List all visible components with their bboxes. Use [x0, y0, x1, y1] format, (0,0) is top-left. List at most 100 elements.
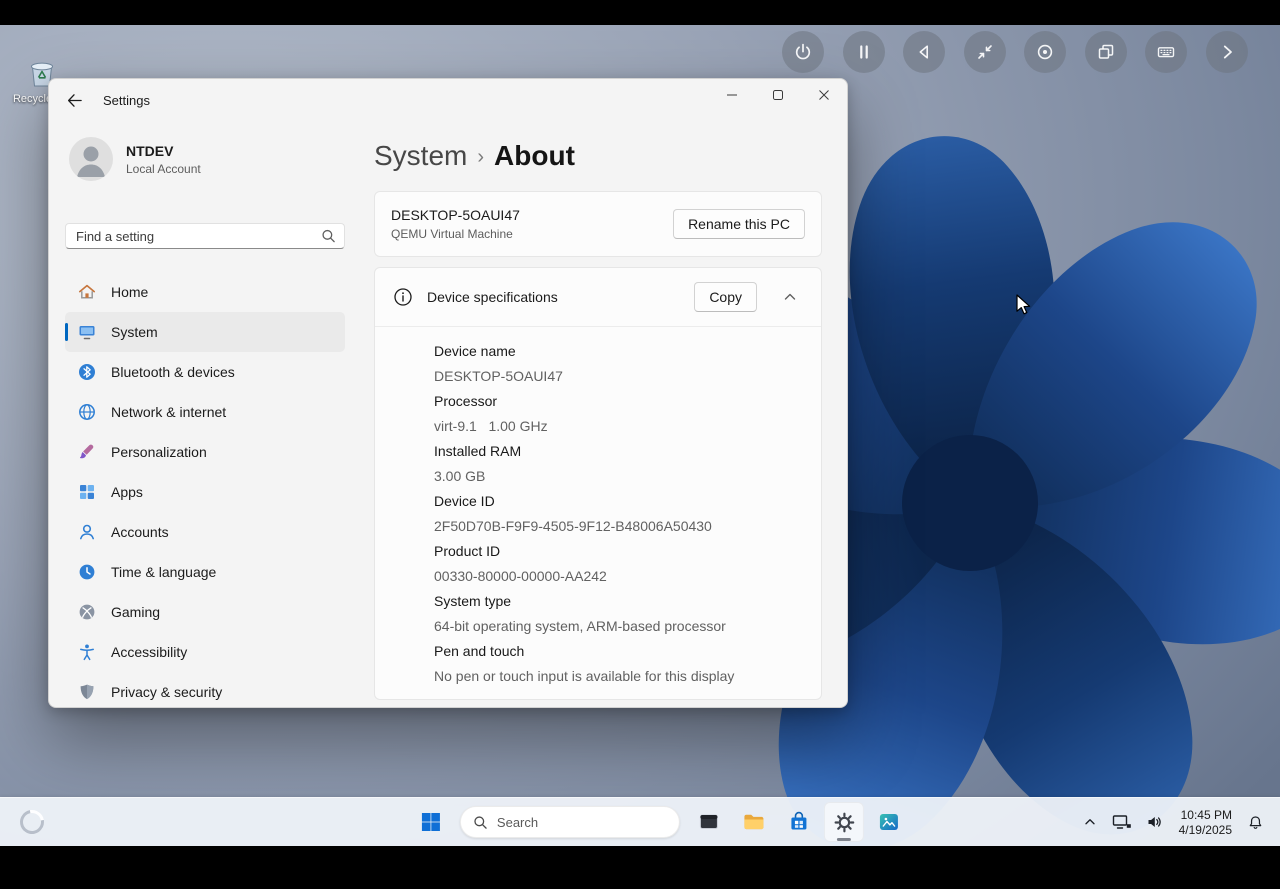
settings-body: NTDEV Local Account	[49, 121, 847, 707]
sidebar-item-time-language[interactable]: Time & language	[65, 552, 345, 592]
close-button[interactable]	[801, 79, 847, 111]
maximize-icon	[772, 89, 784, 101]
page-title: About	[494, 140, 575, 172]
power-icon	[793, 42, 813, 62]
minimize-icon	[726, 89, 738, 101]
shrink-icon	[975, 42, 995, 62]
collapse-expander-button[interactable]	[777, 286, 803, 308]
spec-row-device-name: Device name DESKTOP-5OAUI47	[434, 339, 805, 389]
sidebar-item-bluetooth-devices[interactable]: Bluetooth & devices	[65, 352, 345, 392]
network-monitor-icon	[1112, 813, 1132, 831]
sidebar-item-label: Apps	[111, 484, 143, 500]
vm-shrink-button[interactable]	[964, 31, 1006, 73]
breadcrumb-separator-icon: ›	[477, 144, 484, 169]
settings-taskbar-button[interactable]	[824, 802, 864, 842]
network-tray-button[interactable]	[1106, 804, 1138, 840]
vm-power-button[interactable]	[782, 31, 824, 73]
sidebar-item-label: Accounts	[111, 524, 169, 540]
bluetooth-icon	[77, 362, 97, 382]
vm-viewer-screen: Recycle Bin Settings	[0, 0, 1280, 889]
notification-button[interactable]	[1241, 804, 1270, 840]
globe-icon	[77, 402, 97, 422]
settings-search-input[interactable]	[65, 223, 345, 249]
task-view-button[interactable]	[689, 802, 729, 842]
spec-value: 2F50D70B-F9F9-4505-9F12-B48006A50430	[434, 514, 805, 539]
device-specs-card: Device specifications Copy Device name	[374, 267, 822, 700]
windows-desktop: Recycle Bin Settings	[0, 25, 1280, 846]
store-button[interactable]	[779, 802, 819, 842]
sidebar-item-label: Accessibility	[111, 644, 187, 660]
avatar	[69, 137, 113, 181]
back-button[interactable]	[55, 84, 93, 116]
sidebar-item-accessibility[interactable]: Accessibility	[65, 632, 345, 672]
file-explorer-button[interactable]	[734, 802, 774, 842]
sidebar-item-apps[interactable]: Apps	[65, 472, 345, 512]
spec-label: Device name	[434, 339, 805, 364]
sidebar-item-network-internet[interactable]: Network & internet	[65, 392, 345, 432]
spec-row-processor: Processor virt-9.1 1.00 GHz	[434, 389, 805, 439]
device-specs-header[interactable]: Device specifications Copy	[375, 268, 821, 326]
spec-label: Pen and touch	[434, 639, 805, 664]
search-icon	[473, 815, 488, 830]
xbox-icon	[77, 602, 97, 622]
vm-previous-button[interactable]	[903, 31, 945, 73]
tray-date: 4/19/2025	[1179, 823, 1232, 837]
maximize-button[interactable]	[755, 79, 801, 111]
sidebar-item-privacy-security[interactable]: Privacy & security	[65, 672, 345, 708]
close-icon	[818, 89, 830, 101]
spec-label: Installed RAM	[434, 439, 805, 464]
next-icon	[1217, 42, 1237, 62]
windows-logo-icon	[420, 811, 442, 833]
settings-nav: Home System	[65, 272, 345, 708]
accessibility-icon	[77, 642, 97, 662]
breadcrumb-system[interactable]: System	[374, 140, 467, 172]
vm-windows-button[interactable]	[1085, 31, 1127, 73]
caption-buttons	[709, 79, 847, 111]
sidebar-item-gaming[interactable]: Gaming	[65, 592, 345, 632]
sidebar-item-personalization[interactable]: Personalization	[65, 432, 345, 472]
photos-button[interactable]	[869, 802, 909, 842]
volume-tray-button[interactable]	[1140, 804, 1170, 840]
photos-icon	[877, 810, 901, 834]
brush-icon	[77, 442, 97, 462]
spec-row-product-id: Product ID 00330-80000-00000-AA242	[434, 539, 805, 589]
sidebar-item-label: Time & language	[111, 564, 216, 580]
spec-label: Device ID	[434, 489, 805, 514]
copy-button[interactable]: Copy	[694, 282, 757, 312]
account-card[interactable]: NTDEV Local Account	[69, 137, 341, 181]
settings-window: Settings	[48, 78, 848, 708]
device-specs-title: Device specifications	[427, 289, 680, 305]
spec-value: No pen or touch input is available for t…	[434, 664, 805, 689]
minimize-button[interactable]	[709, 79, 755, 111]
spec-value: DESKTOP-5OAUI47	[434, 364, 805, 389]
clock[interactable]: 10:45 PM 4/19/2025	[1172, 804, 1239, 840]
taskbar: Search	[0, 797, 1280, 846]
vm-next-button[interactable]	[1206, 31, 1248, 73]
chevron-up-icon	[783, 290, 797, 304]
sidebar-item-home[interactable]: Home	[65, 272, 345, 312]
sidebar-item-label: Bluetooth & devices	[111, 364, 235, 380]
vm-keyboard-button[interactable]	[1145, 31, 1187, 73]
vm-capture-button[interactable]	[1024, 31, 1066, 73]
spec-row-installed-ram: Installed RAM 3.00 GB	[434, 439, 805, 489]
apps-icon	[77, 482, 97, 502]
pc-name-card: DESKTOP-5OAUI47 QEMU Virtual Machine Ren…	[374, 191, 822, 257]
rename-pc-button[interactable]: Rename this PC	[673, 209, 805, 239]
spec-value: 00330-80000-00000-AA242	[434, 564, 805, 589]
taskbar-search[interactable]: Search	[460, 806, 680, 838]
chevron-up-icon	[1082, 814, 1098, 830]
account-name: NTDEV	[126, 143, 201, 159]
spec-row-system-type: System type 64-bit operating system, ARM…	[434, 589, 805, 639]
spec-value: virt-9.1 1.00 GHz	[434, 414, 805, 439]
settings-content: System › About DESKTOP-5OAUI47 QEMU Virt…	[361, 121, 847, 707]
task-view-icon	[697, 810, 721, 834]
device-specs-body: Device name DESKTOP-5OAUI47 Processor vi…	[375, 326, 821, 699]
spec-row-device-id: Device ID 2F50D70B-F9F9-4505-9F12-B48006…	[434, 489, 805, 539]
sidebar-item-label: Home	[111, 284, 148, 300]
vm-pause-button[interactable]	[843, 31, 885, 73]
sidebar-item-system[interactable]: System	[65, 312, 345, 352]
sidebar-item-accounts[interactable]: Accounts	[65, 512, 345, 552]
tray-overflow-button[interactable]	[1076, 804, 1104, 840]
sidebar-item-label: System	[111, 324, 158, 340]
start-button[interactable]	[411, 802, 451, 842]
